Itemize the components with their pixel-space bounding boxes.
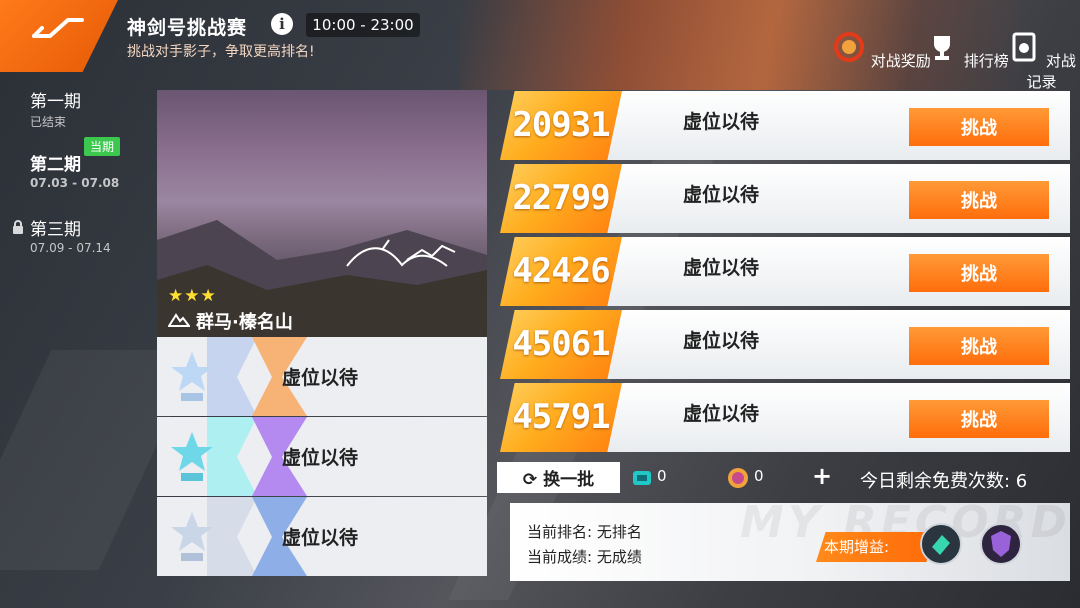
- season-dates: 07.03 - 07.08: [30, 176, 120, 190]
- current-score: 当前成绩: 无成绩: [527, 548, 642, 566]
- opponent-score: 20931: [512, 105, 610, 145]
- rank-card-name: 虚位以待: [282, 367, 359, 389]
- rank-card-name: 虚位以待: [282, 527, 359, 549]
- challenge-button[interactable]: 挑战: [909, 327, 1049, 365]
- season-name: 第三期: [30, 220, 81, 240]
- track-name: 群马·榛名山: [196, 312, 293, 333]
- season-name: 第一期: [30, 92, 81, 112]
- page-title: 神剑号挑战赛: [127, 17, 248, 39]
- trophy-tier-2-icon: [171, 432, 213, 481]
- battle-record-button[interactable]: 对战记录: [1003, 30, 1080, 92]
- season-item-2[interactable]: 第二期 07.03 - 07.08: [30, 150, 119, 190]
- rank-card-name: 虚位以待: [282, 447, 359, 469]
- lock-icon: [13, 220, 23, 234]
- rank-card-3[interactable]: 虚位以待: [157, 497, 487, 576]
- opponent-row: 42426 虚位以待 挑战: [500, 237, 1070, 306]
- difficulty-stars: ★★★: [168, 286, 217, 306]
- buff-boost-icon[interactable]: [920, 523, 962, 565]
- refresh-batch-button[interactable]: ⟳ 换一批: [497, 462, 620, 493]
- page-subtitle: 挑战对手影子，争取更高排名!: [127, 44, 315, 60]
- opponent-score-plate: 45061: [500, 310, 622, 379]
- opponent-row: 45791 虚位以待 挑战: [500, 383, 1070, 452]
- opponent-name: 虚位以待: [683, 330, 760, 352]
- opponent-row: 45061 虚位以待 挑战: [500, 310, 1070, 379]
- opponent-row: 20931 虚位以待 挑战: [500, 91, 1070, 160]
- bottom-toolbar: ⟳ 换一批 0 0 + 今日剩余免费次数: 6: [497, 462, 1070, 496]
- season-dates: 07.09 - 07.14: [30, 241, 111, 255]
- season-item-1[interactable]: 第一期 已结束: [30, 87, 81, 130]
- opponent-score-plate: 22799: [500, 164, 622, 233]
- record-icon: [1012, 32, 1036, 62]
- mountain-icon: [168, 313, 190, 327]
- opponent-score-plate: 20931: [500, 91, 622, 160]
- season-name: 第二期: [30, 155, 81, 175]
- back-arrow-icon[interactable]: [28, 14, 88, 44]
- buff-shield-icon[interactable]: [980, 523, 1022, 565]
- opponent-score: 22799: [512, 178, 610, 218]
- trophy-icon: [934, 36, 950, 60]
- track-name-row: 群马·榛名山: [168, 308, 293, 334]
- rank-card-1[interactable]: 虚位以待: [157, 337, 487, 416]
- challenge-button[interactable]: 挑战: [909, 400, 1049, 438]
- opponent-score: 42426: [512, 251, 610, 291]
- opponent-score-plate: 45791: [500, 383, 622, 452]
- leaderboard-button[interactable]: 排行榜: [925, 30, 1009, 71]
- opponent-name: 虚位以待: [683, 184, 760, 206]
- challenge-button[interactable]: 挑战: [909, 254, 1049, 292]
- opponent-name: 虚位以待: [683, 111, 760, 133]
- refresh-icon: ⟳: [522, 470, 544, 490]
- trophy-tier-3-icon: [171, 512, 213, 561]
- refresh-label: 换一批: [543, 470, 595, 490]
- opponent-name: 虚位以待: [683, 403, 760, 425]
- my-records-panel: MY RECORDS 当前排名: 无排名 当前成绩: 无成绩 本期增益:: [510, 503, 1070, 581]
- opponent-score: 45791: [512, 397, 610, 437]
- challenge-button[interactable]: 挑战: [909, 181, 1049, 219]
- opponent-score: 45061: [512, 324, 610, 364]
- battle-reward-label: 对战奖励: [870, 52, 931, 70]
- opponent-name: 虚位以待: [683, 257, 760, 279]
- season-buff-label: 本期增益:: [816, 532, 936, 562]
- rank-card-2[interactable]: 虚位以待: [157, 417, 487, 496]
- reward-icon: [834, 32, 864, 62]
- current-rank: 当前排名: 无排名: [527, 523, 642, 541]
- battle-reward-button[interactable]: 对战奖励: [832, 30, 931, 71]
- season-item-3[interactable]: 第三期 07.09 - 07.14: [30, 215, 111, 255]
- trophy-tier-1-icon: [171, 352, 213, 401]
- season-status: 已结束: [30, 115, 67, 129]
- opponent-row: 22799 虚位以待 挑战: [500, 164, 1070, 233]
- challenge-button[interactable]: 挑战: [909, 108, 1049, 146]
- add-attempts-button[interactable]: +: [812, 462, 832, 490]
- ticket-icon: [633, 471, 651, 485]
- event-time: 10:00 - 23:00: [306, 13, 420, 37]
- coin-count: 0: [754, 467, 764, 485]
- opponent-score-plate: 42426: [500, 237, 622, 306]
- free-attempts-text: 今日剩余免费次数: 6: [860, 471, 1028, 492]
- info-icon[interactable]: i: [271, 13, 293, 35]
- ticket-count: 0: [657, 467, 667, 485]
- coin-icon: [728, 468, 748, 488]
